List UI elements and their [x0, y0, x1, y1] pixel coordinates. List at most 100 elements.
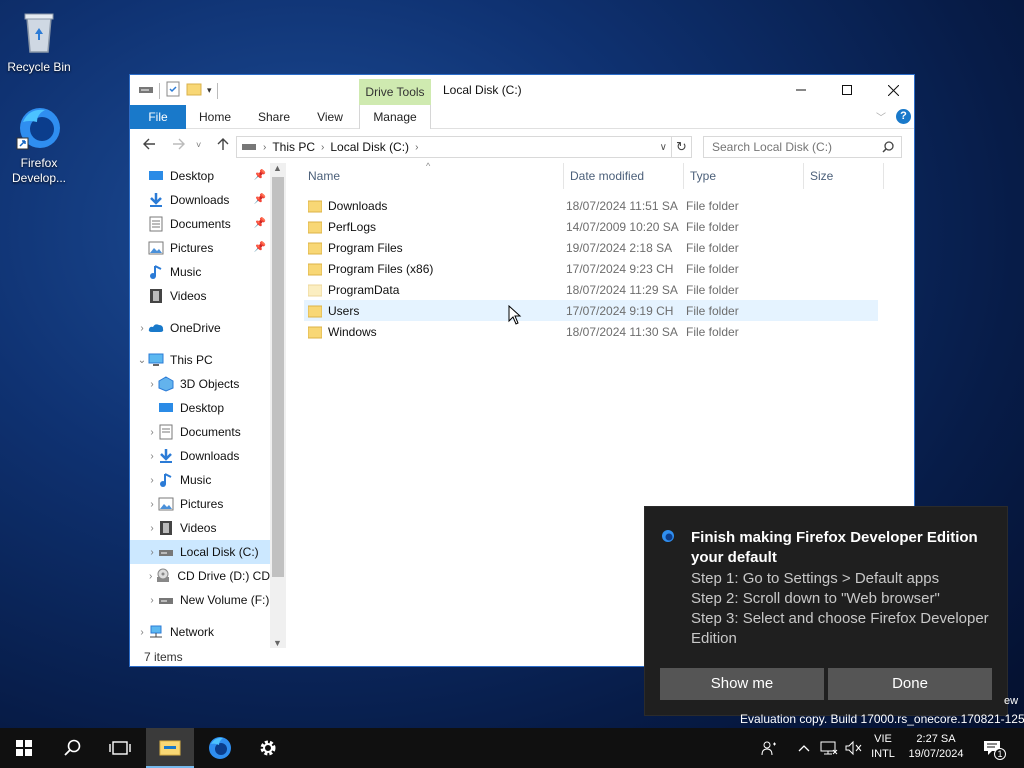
sidebar-item-downloads-quick[interactable]: Downloads 📌 — [130, 188, 270, 212]
expand-arrow-icon[interactable]: › — [146, 475, 158, 486]
sidebar-item-music[interactable]: › Music — [130, 468, 270, 492]
volume-button[interactable] — [842, 728, 864, 768]
sidebar-item-videos[interactable]: › Videos — [130, 516, 270, 540]
action-center-button[interactable]: 1 — [978, 728, 1008, 768]
table-row[interactable]: ProgramData 18/07/2024 11:29 SA File fol… — [304, 279, 878, 300]
folder-icon — [308, 305, 322, 317]
collapse-arrow-icon[interactable]: ⌄ — [136, 355, 148, 366]
recent-locations-button[interactable]: ˅ — [196, 140, 201, 150]
tab-view[interactable]: View — [310, 105, 350, 129]
refresh-button[interactable]: ↻ — [672, 136, 692, 158]
folder-icon — [308, 221, 322, 233]
sidebar-item-pictures-quick[interactable]: Pictures 📌 — [130, 236, 270, 260]
sidebar-item-desktop-quick[interactable]: Desktop 📌 — [130, 164, 270, 188]
desktop-icon-recycle-bin[interactable]: Recycle Bin — [1, 8, 77, 75]
input-language-indicator[interactable]: VIE INTL — [868, 732, 898, 762]
address-bar[interactable]: › This PC › Local Disk (C:) › ∨ — [236, 136, 672, 158]
sidebar-item-3d-objects[interactable]: › 3D Objects — [130, 372, 270, 396]
expand-arrow-icon[interactable]: › — [146, 595, 158, 606]
scrollbar-thumb[interactable] — [272, 177, 284, 577]
minimize-button[interactable] — [778, 75, 824, 105]
taskbar-clock[interactable]: 2:27 SA 19/07/2024 — [904, 732, 968, 762]
videos-icon — [158, 520, 174, 536]
expand-arrow-icon[interactable]: › — [146, 523, 158, 534]
refresh-icon: ↻ — [676, 139, 687, 154]
column-header-date-modified[interactable]: Date modified — [564, 163, 684, 189]
table-row[interactable]: Program Files (x86) 17/07/2024 9:23 CH F… — [304, 258, 878, 279]
new-folder-icon[interactable] — [186, 81, 202, 100]
column-header-name[interactable]: Name — [302, 163, 564, 189]
sidebar-item-downloads[interactable]: › Downloads — [130, 444, 270, 468]
show-hidden-icons-button[interactable] — [796, 728, 812, 768]
file-type: File folder — [686, 324, 739, 339]
help-icon[interactable]: ? — [896, 109, 911, 124]
sidebar-item-network[interactable]: › Network — [130, 620, 270, 644]
expand-ribbon-icon[interactable]: ﹀ — [876, 109, 886, 124]
table-row[interactable]: PerfLogs 14/07/2009 10:20 SA File folder — [304, 216, 878, 237]
properties-icon[interactable] — [165, 81, 181, 100]
sidebar-item-this-pc[interactable]: ⌄ This PC — [130, 348, 270, 372]
sidebar-item-documents-quick[interactable]: Documents 📌 — [130, 212, 270, 236]
task-view-button[interactable] — [96, 728, 144, 768]
breadcrumb-this-pc[interactable]: This PC — [272, 140, 315, 154]
sidebar-item-desktop[interactable]: Desktop — [130, 396, 270, 420]
taskbar-firefox-developer[interactable] — [196, 728, 244, 768]
customize-toolbar-icon[interactable]: ▾ — [207, 85, 212, 96]
desktop-icon — [158, 400, 174, 416]
sidebar-item-music-quick[interactable]: Music — [130, 260, 270, 284]
tab-file[interactable]: File — [130, 105, 186, 129]
people-button[interactable] — [758, 728, 780, 768]
network-status-button[interactable] — [818, 728, 840, 768]
tab-share[interactable]: Share — [254, 105, 294, 129]
search-button[interactable] — [48, 728, 96, 768]
column-header-size[interactable]: Size — [804, 163, 884, 189]
sidebar-item-label: Desktop — [180, 401, 225, 415]
navigation-scrollbar[interactable]: ▲ ▼ — [270, 163, 286, 648]
show-me-button[interactable]: Show me — [660, 668, 824, 700]
tab-manage[interactable]: Manage — [359, 105, 431, 129]
forward-button[interactable] — [172, 137, 186, 155]
table-row[interactable]: Windows 18/07/2024 11:30 SA File folder — [304, 321, 878, 342]
expand-arrow-icon[interactable]: › — [146, 547, 158, 558]
close-button[interactable] — [870, 75, 916, 105]
expand-arrow-icon[interactable]: › — [146, 379, 158, 390]
sidebar-item-label: Downloads — [180, 449, 240, 463]
column-header-type[interactable]: Type — [684, 163, 804, 189]
expand-arrow-icon[interactable]: › — [136, 323, 148, 334]
sidebar-item-onedrive[interactable]: › OneDrive — [130, 316, 270, 340]
taskbar: VIE INTL 2:27 SA 19/07/2024 1 — [0, 728, 1024, 768]
scroll-up-icon[interactable]: ▲ — [273, 163, 282, 173]
file-date: 17/07/2024 9:19 CH — [566, 303, 674, 318]
back-button[interactable] — [142, 137, 156, 155]
expand-arrow-icon[interactable]: › — [146, 451, 158, 462]
table-row[interactable]: Program Files 19/07/2024 2:18 SA File fo… — [304, 237, 878, 258]
maximize-button[interactable] — [824, 75, 870, 105]
chevron-down-icon[interactable]: ∨ — [660, 142, 667, 153]
minimize-icon — [796, 89, 806, 91]
sidebar-item-new-volume[interactable]: › New Volume (F:) — [130, 588, 270, 612]
expand-arrow-icon[interactable]: › — [146, 571, 155, 582]
search-input[interactable] — [703, 136, 902, 158]
table-row[interactable]: Downloads 18/07/2024 11:51 SA File folde… — [304, 195, 878, 216]
start-button[interactable] — [0, 728, 48, 768]
sidebar-item-cd-drive[interactable]: › CD Drive (D:) CD — [130, 564, 270, 588]
expand-arrow-icon[interactable]: › — [136, 627, 148, 638]
expand-arrow-icon[interactable]: › — [146, 499, 158, 510]
firefox-developer-icon — [662, 530, 674, 542]
taskbar-file-explorer[interactable] — [146, 728, 194, 768]
sidebar-item-local-disk[interactable]: › Local Disk (C:) — [130, 540, 270, 564]
done-button[interactable]: Done — [828, 668, 992, 700]
breadcrumb-local-disk[interactable]: Local Disk (C:) — [330, 140, 409, 154]
sidebar-item-videos-quick[interactable]: Videos — [130, 284, 270, 308]
table-row[interactable]: Users 17/07/2024 9:19 CH File folder — [304, 300, 878, 321]
scroll-down-icon[interactable]: ▼ — [273, 638, 282, 648]
expand-arrow-icon[interactable]: › — [146, 427, 158, 438]
sidebar-item-pictures[interactable]: › Pictures — [130, 492, 270, 516]
desktop-icon-firefox-developer[interactable]: Firefox Develop... — [1, 104, 77, 186]
file-explorer-icon — [159, 740, 181, 756]
tab-home[interactable]: Home — [194, 105, 236, 129]
sidebar-item-documents[interactable]: › Documents — [130, 420, 270, 444]
pin-icon: 📌 — [253, 218, 266, 229]
up-button[interactable] — [216, 137, 230, 155]
taskbar-settings[interactable] — [244, 728, 292, 768]
